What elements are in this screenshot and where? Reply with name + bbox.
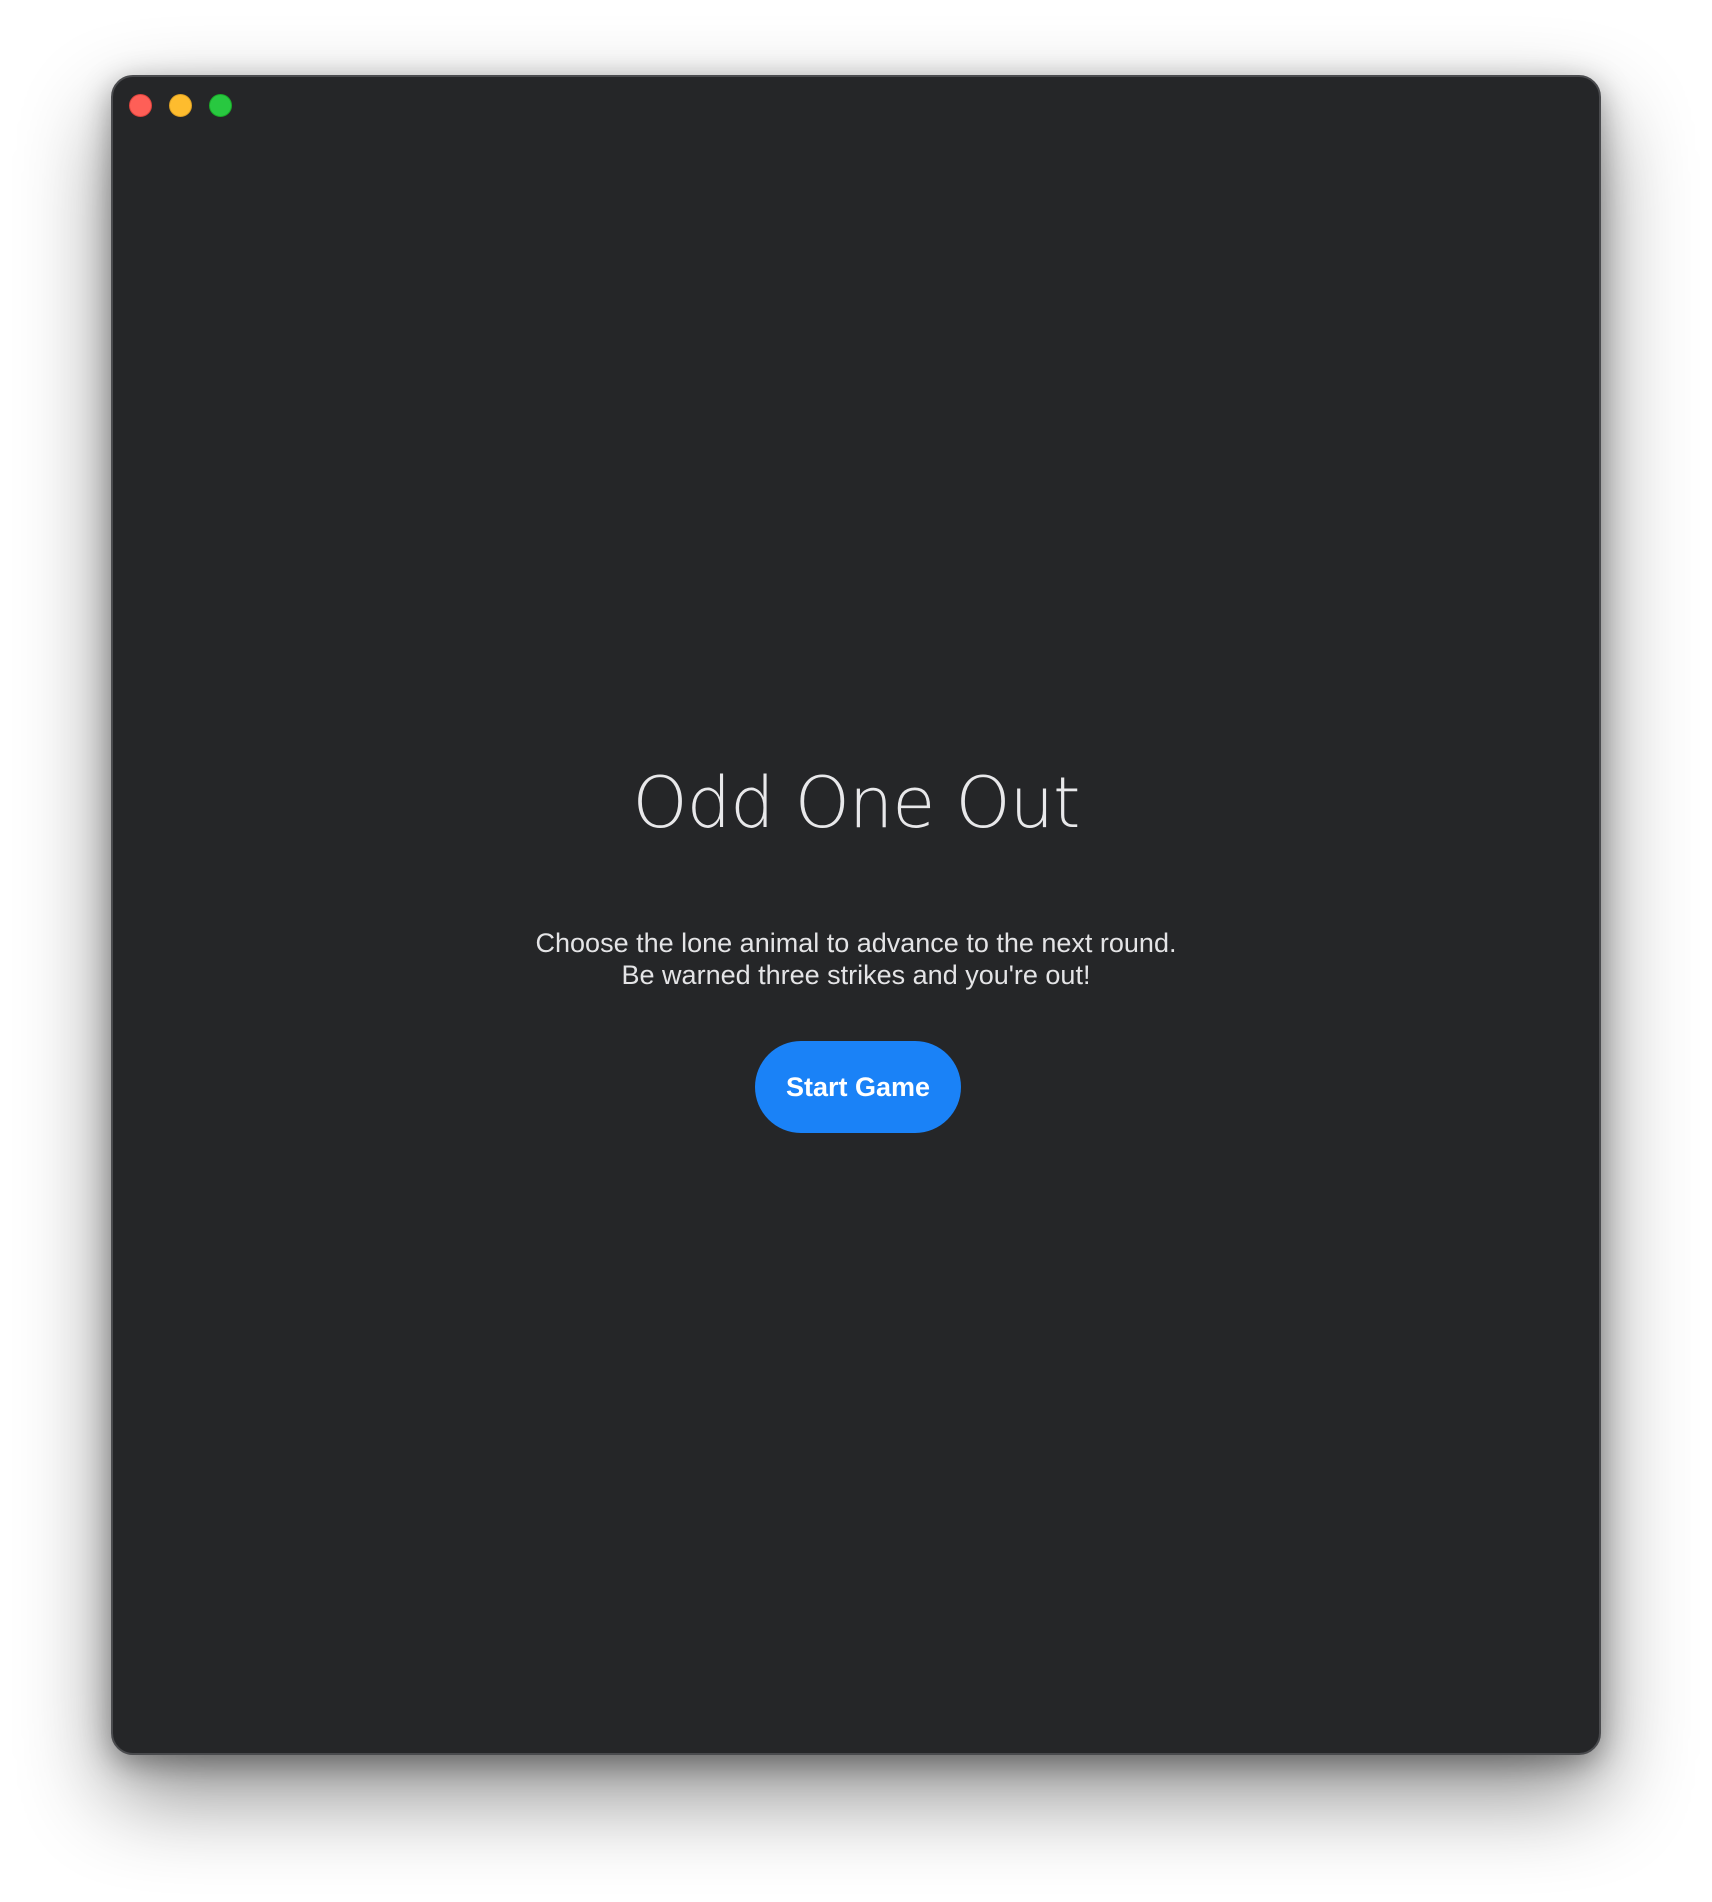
- description-line: Choose the lone animal to advance to the…: [535, 928, 1177, 958]
- game-description: Choose the lone animal to advance to the…: [113, 927, 1599, 991]
- main-content: Odd One Out Choose the lone animal to ad…: [113, 77, 1599, 1753]
- game-title: Odd One Out: [632, 762, 1081, 844]
- start-game-button[interactable]: Start Game: [755, 1041, 961, 1133]
- description-line: Be warned three strikes and you're out!: [621, 960, 1091, 990]
- app-window: Odd One Out Choose the lone animal to ad…: [111, 75, 1601, 1755]
